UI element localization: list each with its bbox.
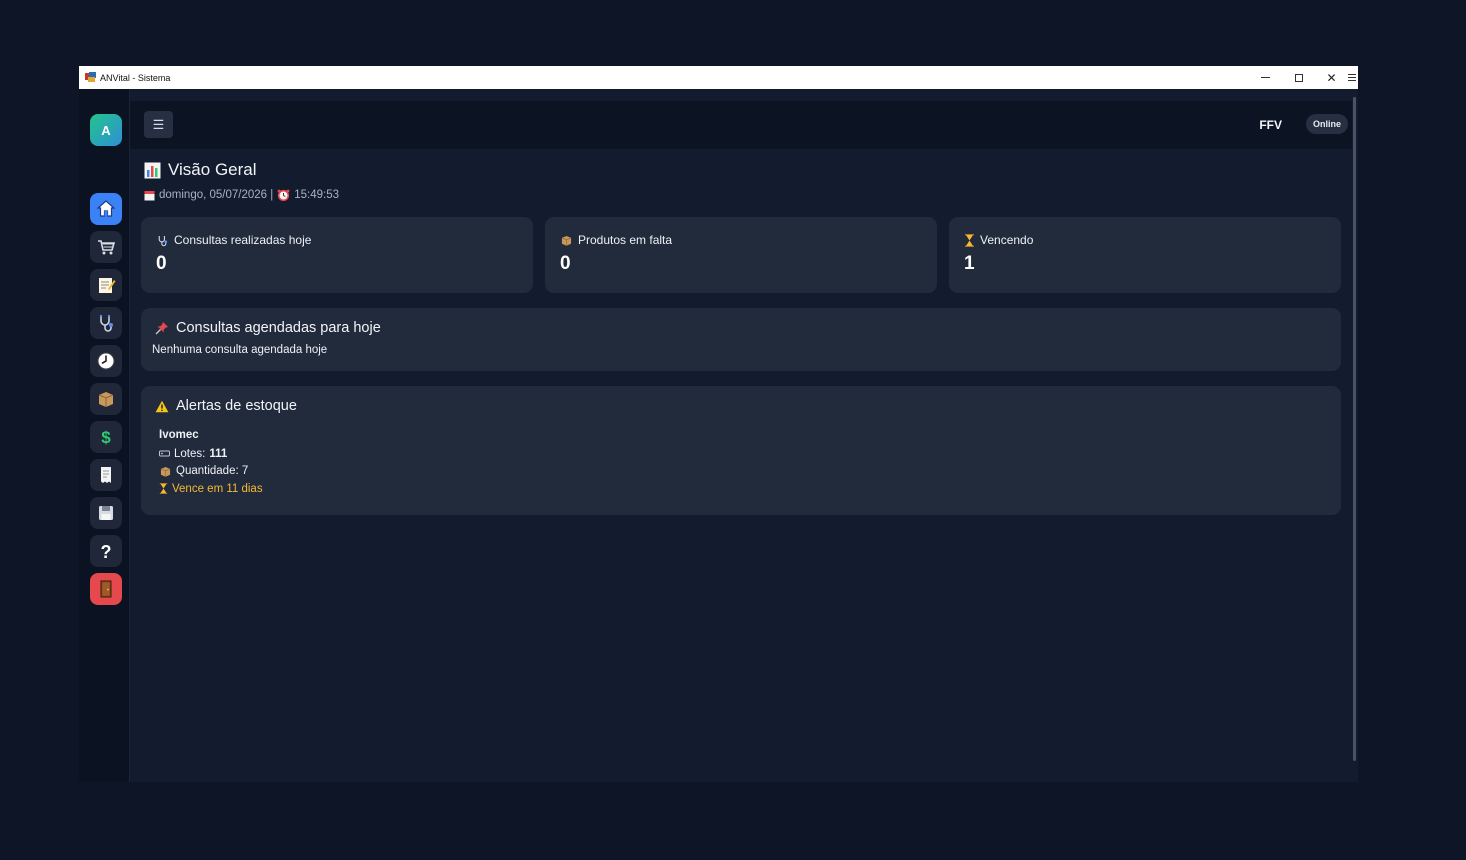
nav-receipts-button[interactable]: [90, 459, 122, 491]
section-title: Consultas agendadas para hoje: [155, 320, 381, 336]
stat-value: 1: [964, 253, 975, 274]
calendar-icon: [144, 190, 155, 200]
minimize-icon: [1261, 77, 1270, 78]
stat-label: Consultas realizadas hoje: [156, 233, 311, 247]
nav-logout-button[interactable]: [90, 573, 122, 605]
app-logo: A: [90, 114, 122, 146]
sidebar: A $ ?: [79, 89, 130, 782]
svg-text:$: $: [101, 428, 111, 447]
dollar-icon: $: [101, 428, 111, 447]
stat-value: 0: [560, 253, 571, 274]
nav-backup-button[interactable]: [90, 497, 122, 529]
help-icon: ?: [101, 542, 112, 561]
scheduled-consultations-panel: Consultas agendadas para hoje Nenhuma co…: [141, 308, 1341, 371]
nav-notes-button[interactable]: [90, 269, 122, 301]
close-button[interactable]: ✕: [1315, 66, 1348, 89]
warning-icon: [155, 400, 169, 412]
lot-value: 111: [209, 447, 228, 460]
empty-state-text: Nenhuma consulta agendada hoje: [152, 344, 328, 356]
maximize-button[interactable]: [1282, 66, 1315, 89]
stat-label: Vencendo: [964, 233, 1033, 247]
maximize-icon: [1294, 73, 1303, 82]
window-menu-icon[interactable]: [1348, 66, 1358, 89]
current-time: 15:49:53: [294, 189, 340, 201]
quantity-row: Quantidade: 7: [159, 463, 263, 481]
clock-icon: [97, 352, 115, 370]
window-titlebar: ANVital - Sistema ✕: [79, 66, 1358, 89]
close-icon: ✕: [1326, 70, 1337, 85]
alarm-clock-icon: [277, 189, 290, 201]
door-icon: [100, 580, 112, 598]
product-name: Ivomec: [159, 429, 199, 441]
stat-value: 0: [156, 253, 167, 274]
stethoscope-icon: [99, 314, 113, 332]
chart-icon: [144, 162, 161, 178]
nav-cart-button[interactable]: [90, 231, 122, 263]
stat-card-missing-products: Produtos em falta 0: [545, 217, 937, 293]
stat-label: Produtos em falta: [560, 233, 672, 247]
nav-help-button[interactable]: ?: [90, 535, 122, 567]
stat-card-consultations: Consultas realizadas hoje 0: [141, 217, 533, 293]
home-icon: [96, 200, 116, 217]
nav-history-button[interactable]: [90, 345, 122, 377]
nav-stock-button[interactable]: [90, 383, 122, 415]
stock-alerts-panel: Alertas de estoque Ivomec Lotes: 111 Qua…: [141, 386, 1341, 515]
top-bar: ☰ FFV Online: [130, 101, 1352, 149]
stethoscope-icon: [158, 235, 168, 246]
hourglass-icon: [159, 483, 168, 495]
cart-icon: [98, 240, 116, 255]
app-window: ANVital - Sistema ✕ A $ ? ☰ FFV Online V…: [79, 66, 1358, 782]
menu-toggle-button[interactable]: ☰: [144, 111, 173, 138]
lot-row: Lotes: 111: [159, 445, 263, 463]
page-title-text: Visão Geral: [168, 160, 257, 179]
page-title: Visão Geral: [144, 160, 257, 180]
status-badge: Online: [1306, 114, 1348, 134]
nav-consultations-button[interactable]: [90, 307, 122, 339]
receipt-icon: [101, 467, 111, 483]
svg-text:?: ?: [101, 542, 112, 561]
box-icon: [160, 466, 171, 477]
nav-finance-button[interactable]: $: [90, 421, 122, 453]
stat-card-expiring: Vencendo 1: [949, 217, 1341, 293]
box-icon: [561, 235, 572, 246]
window-title: ANVital - Sistema: [100, 72, 171, 83]
date-time-row: domingo, 05/07/2026 | 15:49:53: [144, 189, 339, 201]
pushpin-icon: [155, 322, 168, 335]
save-icon: [99, 506, 113, 520]
section-title: Alertas de estoque: [155, 398, 297, 414]
expiry-row: Vence em 11 dias: [159, 480, 263, 498]
current-date: domingo, 05/07/2026 |: [159, 189, 274, 201]
minimize-button[interactable]: [1249, 66, 1282, 89]
hourglass-icon: [965, 233, 974, 247]
stock-alert-item: Ivomec Lotes: 111 Quantidade: 7 Vence em…: [159, 429, 263, 498]
nav-home-button[interactable]: [90, 193, 122, 225]
window-controls: ✕: [1249, 66, 1358, 89]
user-name: FFV: [1259, 118, 1282, 132]
tag-icon: [159, 450, 170, 457]
notes-icon: [99, 278, 116, 293]
scrollbar[interactable]: [1353, 97, 1356, 761]
box-icon: [98, 392, 114, 407]
app-icon: [85, 72, 96, 83]
main-content: ☰ FFV Online Visão Geral domingo, 05/07/…: [130, 89, 1358, 782]
